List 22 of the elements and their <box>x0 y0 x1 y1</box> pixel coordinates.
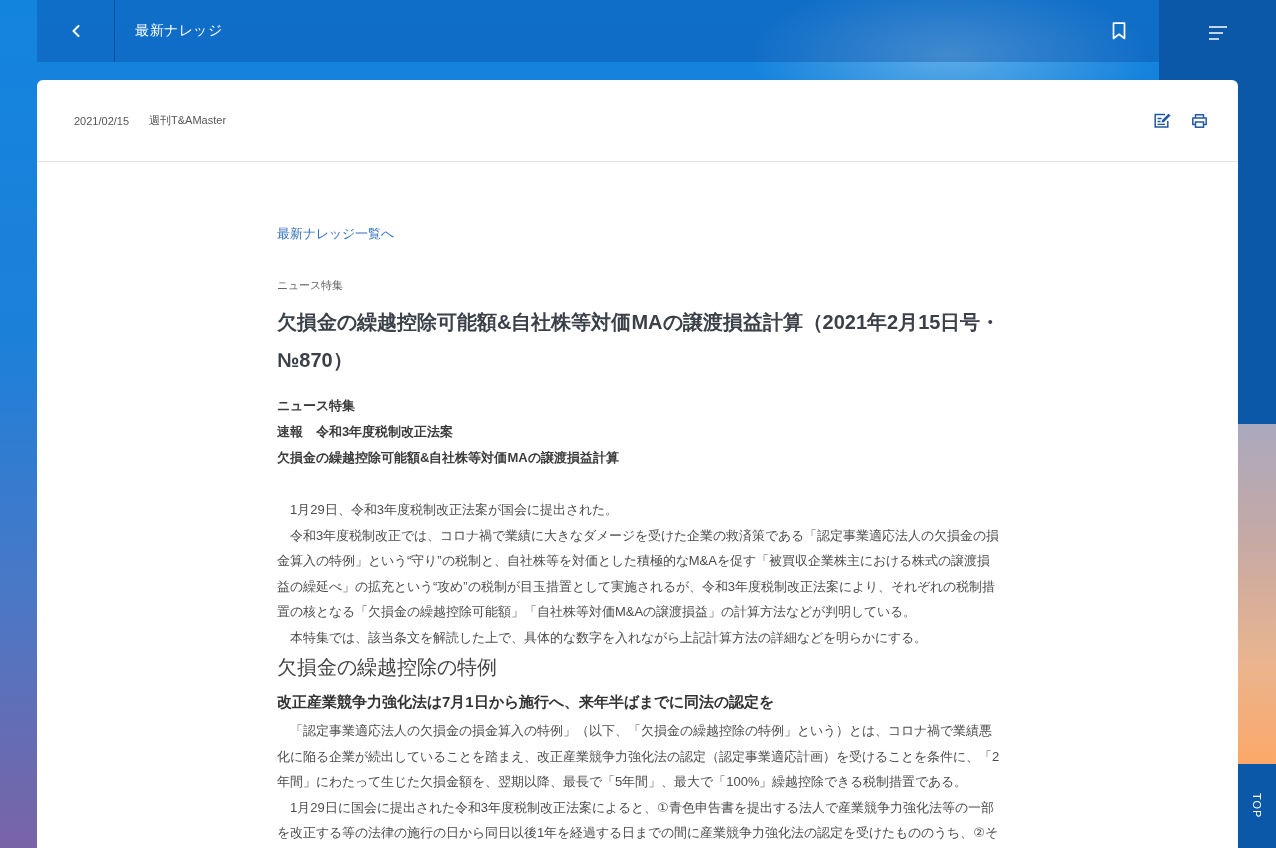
lead-line: ニュース特集 <box>277 397 356 415</box>
article-category: ニュース特集 <box>277 278 344 293</box>
back-icon[interactable] <box>71 25 80 37</box>
section-heading: 欠損金の繰越控除の特例 <box>277 655 498 680</box>
article-date: 2021/02/15 <box>74 114 130 127</box>
article-title: 欠損金の繰越控除可能額&自社株等対価MAの譲渡損益計算（2021年2月15日号・№870） <box>277 310 1001 373</box>
body-paragraph: 令和3年度税制改正では、コロナ禍で業績に大きなダメージを受けた企業の救済策である「認定事業適応法人の欠損金の損金算入の特例」という“守り”の税制と、自社株等を対価とした積極的なM&Aを促す「被買収企業株主における株式の譲渡損益の繰延べ」の拡充という“攻め”の税制が目玉措置として実施されるが、令和3年度税制改正法案により、それぞれの税制措置の核となる「欠損金の繰越控除可能額」「自社株等対価M&Aの譲渡損益」の計算方法などが判明している。 <box>277 526 1001 621</box>
back-to-list-link[interactable]: 最新ナレッジ一覧へ <box>277 224 394 244</box>
section-subheading: 改正産業競争力強化法は7月1日から施行へ、来年半ばまでに同法の認定を <box>277 692 775 712</box>
menu-icon[interactable] <box>1208 26 1227 40</box>
print-icon[interactable] <box>1192 113 1207 128</box>
lead-line: 欠損金の繰越控除可能額&自社株等対価MAの譲渡損益計算 <box>277 449 620 467</box>
publication-name: 週刊T&AMaster <box>149 113 227 128</box>
lead-line: 速報 令和3年度税制改正法案 <box>277 423 455 441</box>
body-paragraph: 「認定事業適応法人の欠損金の損金算入の特例」（以下、「欠損金の繰越控除の特例」という）とは、コロナ禍で業績悪化に陥る企業が続出していることを踏まえ、改正産業競争力強化法の認定（認定事業適応計画）を受けることを条件に、「2年間」にわたって生じた欠損金額を、翌期以降、最長で「5年間」、最大で「100%」繰越控除できる税制措置である。 <box>277 722 1001 791</box>
page-title: 最新ナレッジ <box>135 22 222 40</box>
bookmark-icon[interactable] <box>1112 22 1126 40</box>
body-paragraph: 1月29日、令和3年度税制改正法案が国会に提出された。 <box>289 501 619 519</box>
body-paragraph: 本特集では、該当条文を解読した上で、具体的な数字を入れながら上記計算方法の詳細などを明らかにする。 <box>289 628 928 647</box>
top-button[interactable]: TOP <box>1238 764 1276 848</box>
edit-icon[interactable] <box>1154 113 1171 128</box>
body-paragraph: 1月29日に国会に提出された令和3年度税制改正法案によると、①青色申告書を提出する法人で産業競争力強化法等の一部を改正する等の法律の施行の日から同日以後1年を経過する日までの間に産業競争力強化法の認定を受けたもののうち、②そ <box>277 798 999 842</box>
